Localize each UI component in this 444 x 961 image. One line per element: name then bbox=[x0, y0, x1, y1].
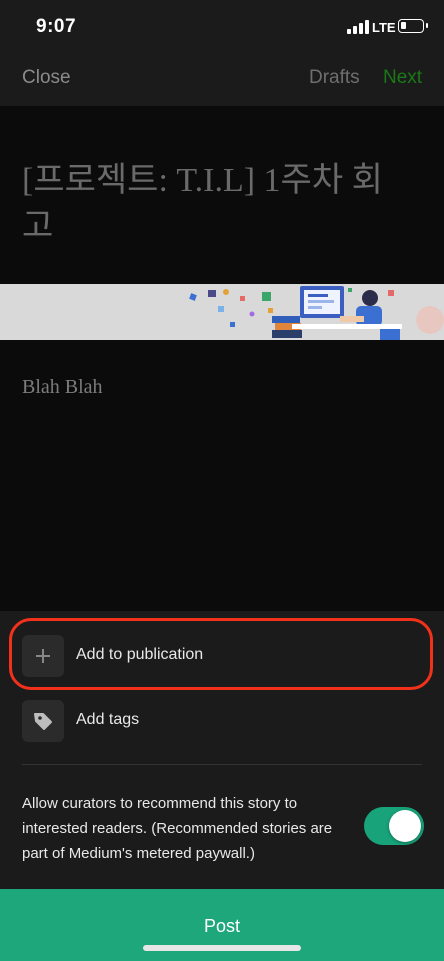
curator-recommendation-toggle[interactable] bbox=[364, 807, 424, 845]
post-label: Post bbox=[203, 916, 241, 936]
next-button[interactable]: Next bbox=[383, 67, 422, 89]
editor-nav-bar: Close Drafts Next bbox=[0, 56, 444, 106]
cover-image[interactable] bbox=[0, 284, 444, 340]
add-to-publication-row[interactable]: Add to publication bbox=[22, 635, 422, 677]
home-indicator bbox=[143, 945, 301, 951]
add-tags-label: Add tags bbox=[76, 711, 140, 728]
story-title[interactable]: [프로젝트: T.I.L] 1주차 회고 bbox=[22, 158, 402, 250]
battery-level bbox=[401, 22, 406, 29]
toggle-knob bbox=[389, 810, 421, 842]
drafts-button[interactable]: Drafts bbox=[309, 67, 360, 89]
status-time: 9:07 bbox=[36, 16, 77, 37]
story-editor: [프로젝트: T.I.L] 1주차 회고 Blah Blah bbox=[0, 106, 444, 611]
status-bar: 9:07 LTE bbox=[0, 0, 444, 56]
add-tags-row[interactable]: Add tags bbox=[22, 700, 422, 742]
plus-icon bbox=[22, 635, 64, 677]
signal-strength-icon bbox=[347, 20, 369, 34]
desk-illustration-icon bbox=[0, 284, 444, 340]
tag-icon bbox=[22, 700, 64, 742]
network-type: LTE bbox=[372, 20, 396, 35]
curator-recommendation-text: Allow curators to recommend this story t… bbox=[22, 795, 333, 862]
divider bbox=[22, 764, 422, 765]
close-button[interactable]: Close bbox=[22, 67, 71, 89]
story-body[interactable]: Blah Blah bbox=[22, 376, 103, 399]
add-to-publication-label: Add to publication bbox=[76, 646, 204, 663]
battery-icon bbox=[398, 19, 428, 33]
